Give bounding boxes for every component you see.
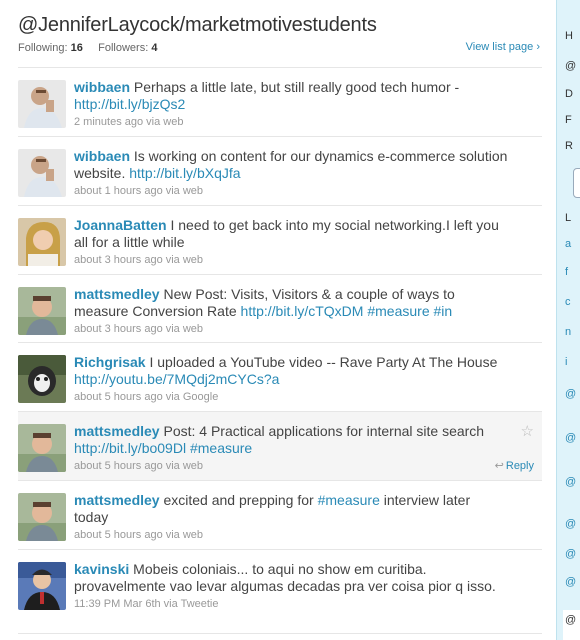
tweet-body: kavinski Mobeis coloniais... to aqui no … <box>74 550 542 619</box>
favorite-star-icon[interactable]: ☆ <box>521 422 534 440</box>
sidebar-active-label: @ <box>565 614 577 626</box>
followers-count[interactable]: 4 <box>151 42 157 54</box>
following-label: Following: <box>18 42 68 54</box>
tweet-link[interactable]: http://youtu.be/7MQdj2mCYCs?a <box>74 371 279 387</box>
following-count[interactable]: 16 <box>71 42 83 54</box>
tweet-author[interactable]: mattsmedley <box>74 492 160 508</box>
tweet-item: Richgrisak I uploaded a YouTube video --… <box>18 343 542 412</box>
tweet-item: mattsmedley New Post: Visits, Visitors &… <box>18 275 542 343</box>
tweet-item: mattsmedley Post: 4 Practical applicatio… <box>18 412 542 481</box>
tweet-link[interactable]: http://bit.ly/cTQxDM <box>241 303 364 319</box>
tweet-meta[interactable]: 11:39 PM Mar 6th via Tweetie <box>74 597 508 611</box>
avatar[interactable] <box>18 562 66 610</box>
tweet-author[interactable]: Richgrisak <box>74 354 146 370</box>
avatar[interactable] <box>18 149 66 197</box>
tweet-item: mattsmedley excited and prepping for #me… <box>18 481 542 550</box>
tweet-meta[interactable]: 2 minutes ago via web <box>74 115 508 129</box>
tweet-author[interactable]: JoannaBatten <box>74 217 167 233</box>
tweet-author[interactable]: mattsmedley <box>74 423 160 439</box>
sidebar-item[interactable]: @ <box>565 576 576 588</box>
view-list-page-link[interactable]: View list page › <box>466 41 540 53</box>
tweet-text: Perhaps a little late, but still really … <box>133 79 460 95</box>
avatar[interactable] <box>18 287 66 335</box>
tweet-item: wibbaen Perhaps a little late, but still… <box>18 68 542 137</box>
tweet-body: mattsmedley excited and prepping for #me… <box>74 481 542 550</box>
tweet-author[interactable]: mattsmedley <box>74 286 160 302</box>
sidebar-item[interactable]: f <box>565 266 568 278</box>
right-sidebar: H @ D F R L a f c n i @ @ @ @ @ @ @ <box>556 0 580 640</box>
sidebar-search-input[interactable] <box>573 168 580 198</box>
tweet-link[interactable]: http://bit.ly/bo09Dl <box>74 440 186 456</box>
sidebar-item[interactable]: F <box>565 114 572 126</box>
tweet-meta[interactable]: about 3 hours ago via web <box>74 322 508 336</box>
list-title: @JenniferLaycock/marketmotivestudents <box>18 14 377 36</box>
avatar[interactable] <box>18 424 66 472</box>
tweet-body: wibbaen Perhaps a little late, but still… <box>74 68 542 137</box>
sidebar-item[interactable]: n <box>565 326 571 338</box>
tweet-text: I uploaded a YouTube video -- Rave Party… <box>149 354 498 370</box>
tweet-item: JoannaBatten I need to get back into my … <box>18 206 542 275</box>
avatar[interactable] <box>18 493 66 541</box>
tweet-hashtag[interactable]: #measure <box>318 492 380 508</box>
tweet-hashtag[interactable]: #measure <box>190 440 252 456</box>
sidebar-item[interactable]: R <box>565 140 573 152</box>
reply-label: Reply <box>505 460 534 472</box>
sidebar-item[interactable]: @ <box>565 60 576 72</box>
tweet-meta[interactable]: about 1 hours ago via web <box>74 184 508 198</box>
tweet-link[interactable]: http://bit.ly/bXqJfa <box>129 165 240 181</box>
sidebar-item[interactable]: c <box>565 296 571 308</box>
tweet-body: wibbaen Is working on content for our dy… <box>74 137 542 206</box>
sidebar-item[interactable]: H <box>565 30 573 42</box>
timeline-panel: @JenniferLaycock/marketmotivestudents Fo… <box>0 0 556 640</box>
tweet-meta[interactable]: about 5 hours ago via web <box>74 459 508 473</box>
sidebar-item: L <box>565 212 572 224</box>
sidebar-item[interactable]: i <box>565 356 567 368</box>
reply-arrow-icon: ↩ <box>494 460 504 472</box>
tweet-item: wibbaen Is working on content for our dy… <box>18 137 542 206</box>
tweet-text: Mobeis coloniais... to aqui no show em c… <box>74 561 496 594</box>
avatar[interactable] <box>18 218 66 266</box>
tweet-item: kavinski Mobeis coloniais... to aqui no … <box>18 550 542 634</box>
sidebar-item[interactable]: @ <box>565 518 576 530</box>
tweet-author[interactable]: wibbaen <box>74 148 130 164</box>
tweet-body: mattsmedley New Post: Visits, Visitors &… <box>74 275 542 344</box>
sidebar-item[interactable]: @ <box>565 476 576 488</box>
list-counts: Following: 16 Followers: 4 <box>18 42 157 54</box>
sidebar-item[interactable]: @ <box>565 388 576 400</box>
sidebar-item[interactable]: @ <box>565 432 576 444</box>
tweet-body: Richgrisak I uploaded a YouTube video --… <box>74 343 542 412</box>
sidebar-item[interactable]: @ <box>565 548 576 560</box>
tweet-text: Post: 4 Practical applications for inter… <box>163 423 485 439</box>
tweet-meta[interactable]: about 5 hours ago via web <box>74 528 508 542</box>
tweet-author[interactable]: wibbaen <box>74 79 130 95</box>
tweet-hashtag[interactable]: #measure <box>367 303 429 319</box>
avatar[interactable] <box>18 355 66 403</box>
tweet-author[interactable]: kavinski <box>74 561 129 577</box>
list-header: @JenniferLaycock/marketmotivestudents Fo… <box>18 0 542 68</box>
tweet-text: excited and prepping for <box>163 492 318 508</box>
reply-button[interactable]: ↩ Reply <box>495 459 534 472</box>
sidebar-item[interactable]: a <box>565 238 571 250</box>
tweet-body: mattsmedley Post: 4 Practical applicatio… <box>74 412 542 481</box>
tweet-meta[interactable]: about 5 hours ago via Google <box>74 390 508 404</box>
tweet-meta[interactable]: about 3 hours ago via web <box>74 253 508 267</box>
followers-label: Followers: <box>98 42 149 54</box>
tweet-hashtag[interactable]: #in <box>434 303 453 319</box>
tweet-link[interactable]: http://bit.ly/bjzQs2 <box>74 96 185 112</box>
sidebar-item[interactable]: D <box>565 88 573 100</box>
tweet-body: JoannaBatten I need to get back into my … <box>74 206 542 275</box>
avatar[interactable] <box>18 80 66 128</box>
